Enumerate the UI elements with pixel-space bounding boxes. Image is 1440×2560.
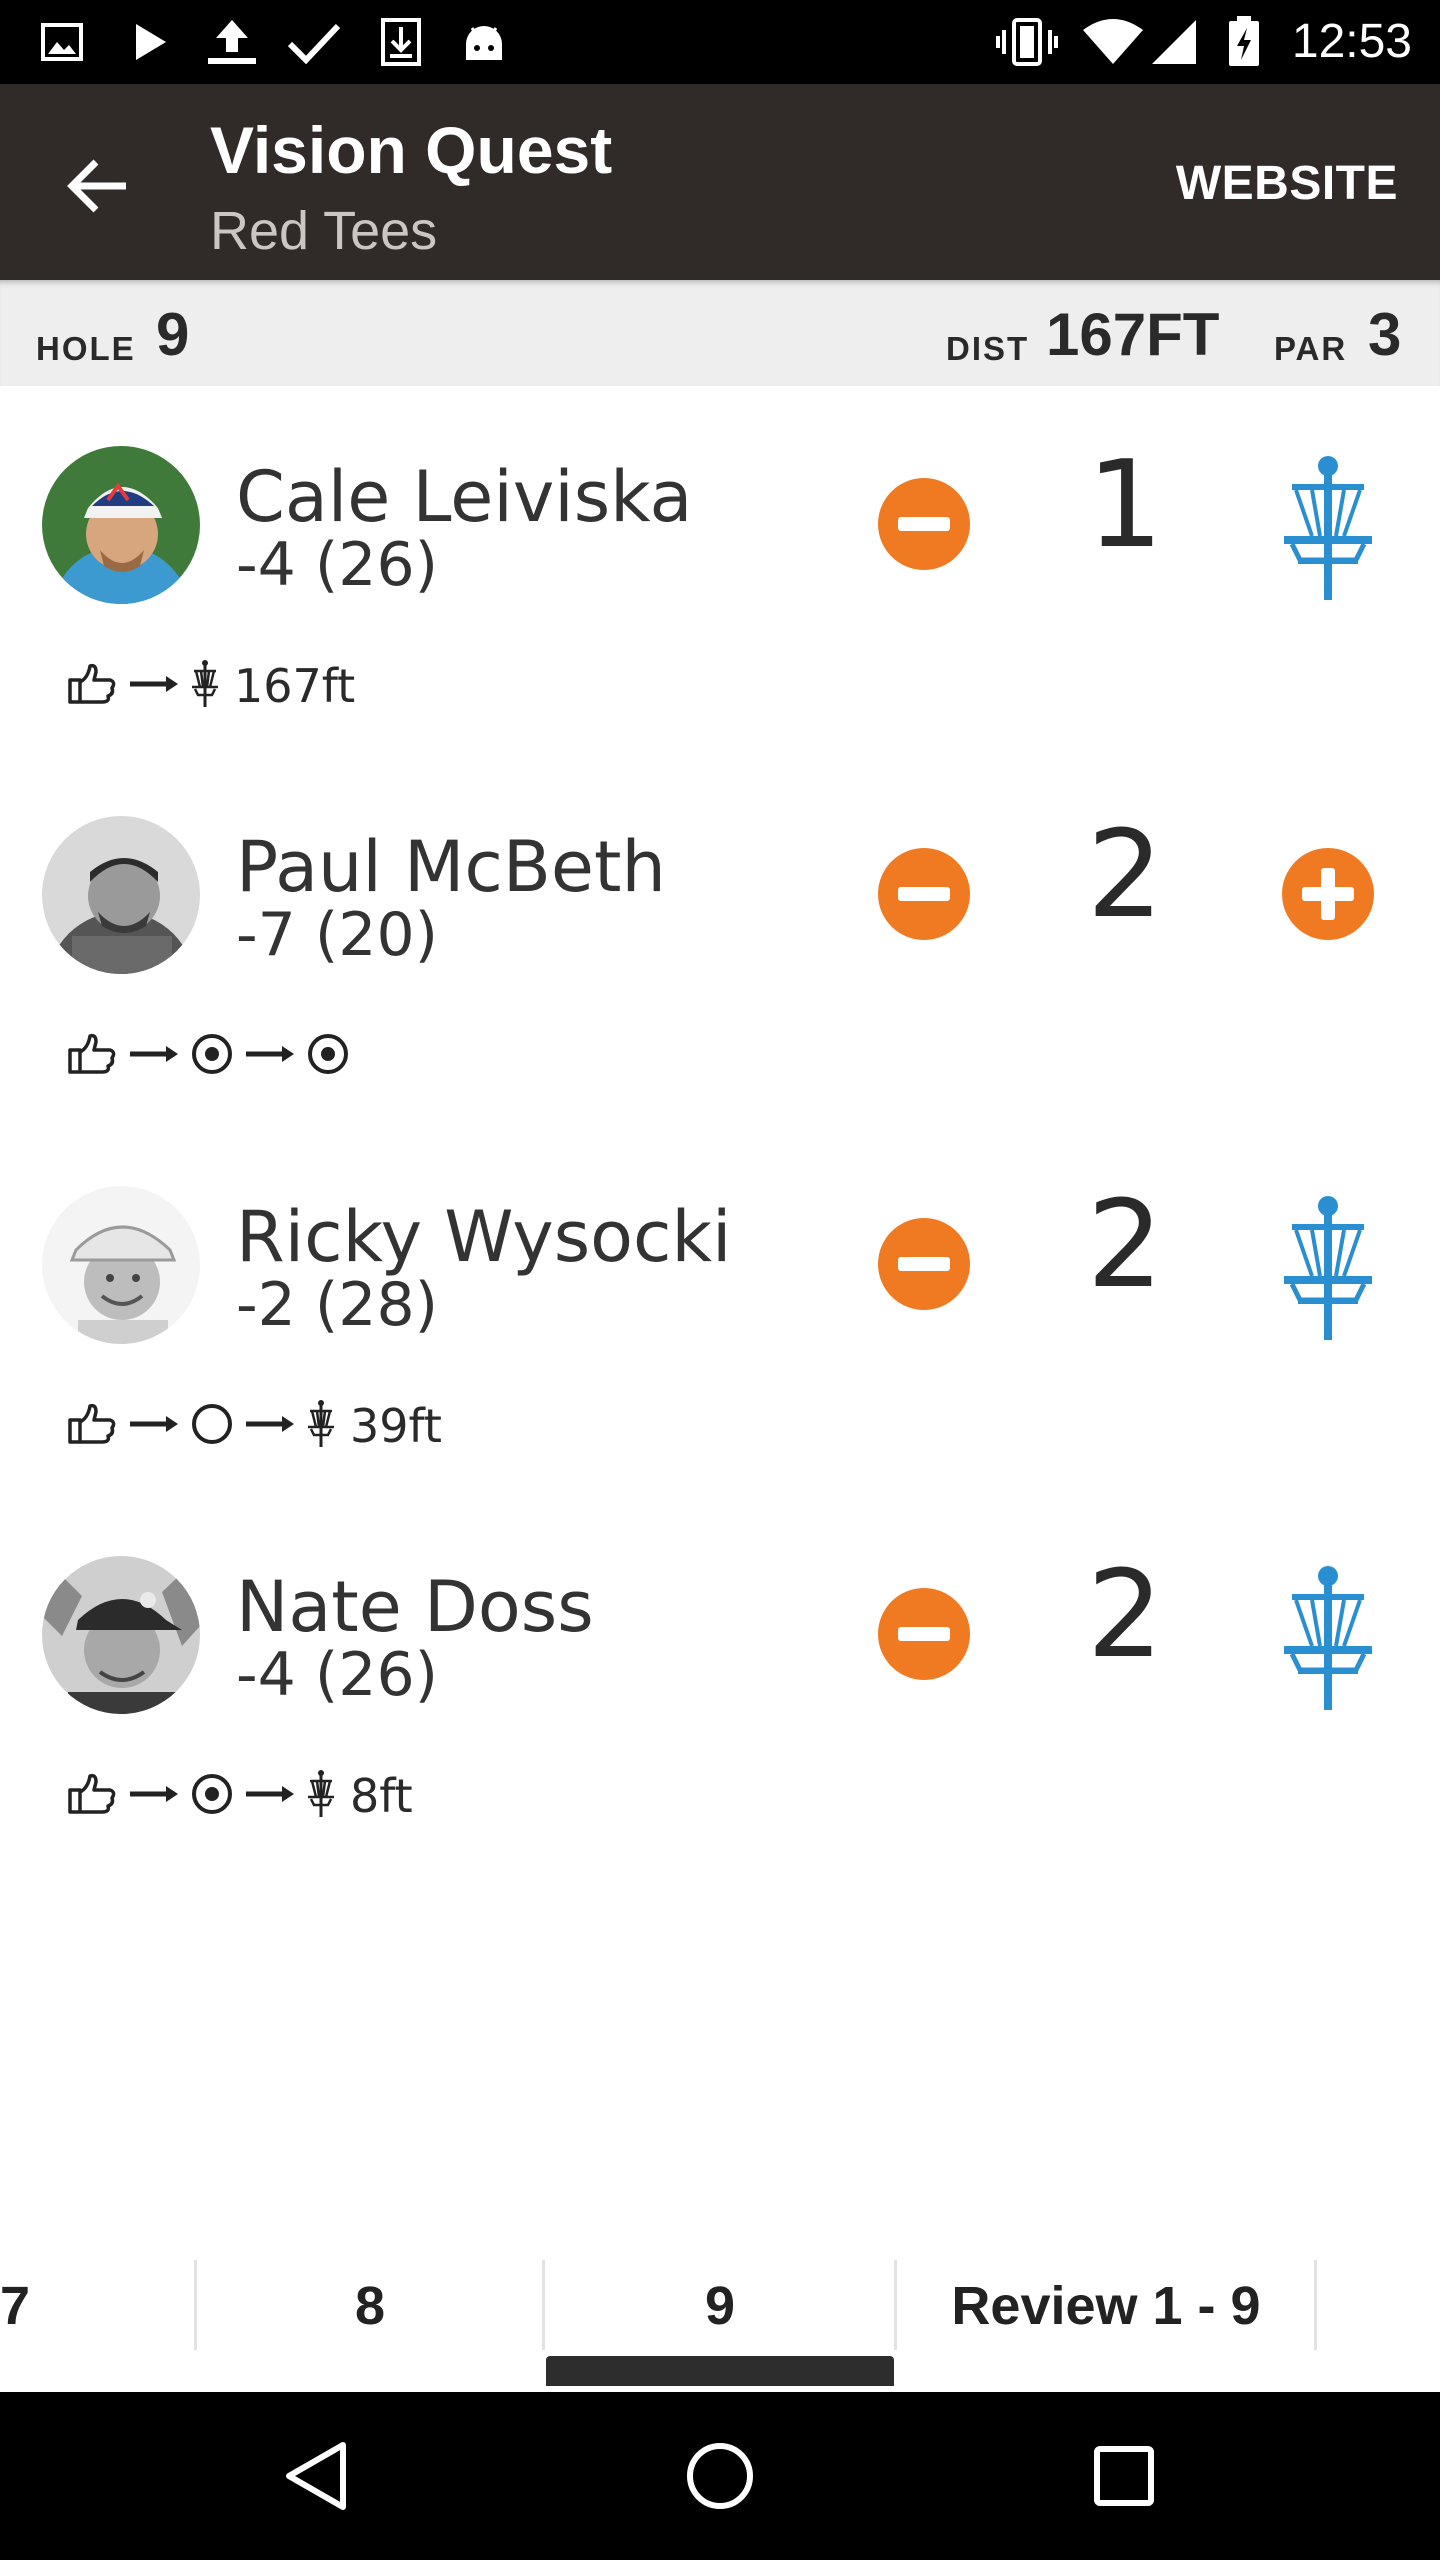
decrease-strokes-button[interactable] — [878, 1218, 970, 1310]
arrow-right-icon — [128, 1782, 180, 1811]
recents-square-icon[interactable] — [1074, 2426, 1174, 2526]
throw-sequence — [66, 1026, 350, 1086]
wifi-icon — [1078, 16, 1148, 68]
par-label: PAR — [1274, 330, 1348, 367]
vibrate-icon — [994, 16, 1060, 68]
dist-value: 167FT — [1046, 301, 1220, 368]
tee-throw-icon — [66, 1402, 118, 1451]
player-name: Paul McBeth — [236, 826, 666, 908]
player-row: Nate Doss -4 (26) 2 8ft — [0, 1496, 1440, 1866]
basket-small-icon — [306, 1399, 336, 1454]
target-icon — [306, 1032, 350, 1081]
throw-distance: 39ft — [350, 1399, 442, 1453]
arrow-right-icon — [128, 1042, 180, 1071]
stroke-count: 1 — [1086, 436, 1164, 575]
avatar — [42, 816, 200, 974]
system-nav-bar — [0, 2392, 1440, 2560]
arrow-right-icon — [244, 1412, 296, 1441]
avatar — [42, 1556, 200, 1714]
tab-hole-8[interactable]: 8 — [198, 2260, 542, 2352]
player-score: -7 (20) — [236, 900, 439, 970]
basket-icon[interactable] — [1278, 452, 1378, 602]
decrease-strokes-button[interactable] — [878, 848, 970, 940]
arrow-right-icon — [128, 672, 180, 701]
course-title: Vision Quest — [210, 113, 613, 187]
website-button[interactable]: WEBSITE — [1176, 156, 1398, 211]
basket-icon[interactable] — [1278, 1562, 1378, 1712]
basket-icon[interactable] — [1278, 1192, 1378, 1342]
arrow-right-icon — [128, 1412, 180, 1441]
arrow-right-icon — [244, 1042, 296, 1071]
player-score: -2 (28) — [236, 1270, 439, 1340]
decrease-strokes-button[interactable] — [878, 1588, 970, 1680]
hole-label: HOLE — [36, 330, 136, 367]
target-icon — [190, 1032, 234, 1081]
selected-tab-indicator — [546, 2356, 894, 2386]
tab-divider — [1314, 2260, 1317, 2350]
player-score: -4 (26) — [236, 1640, 439, 1710]
back-triangle-icon[interactable] — [266, 2426, 366, 2526]
basket-small-icon — [190, 659, 220, 714]
circle-icon — [190, 1402, 234, 1451]
status-time: 12:53 — [1291, 15, 1412, 68]
android-icon — [458, 16, 510, 68]
decrease-strokes-button[interactable] — [878, 478, 970, 570]
player-row: Paul McBeth -7 (20) 2 — [0, 756, 1440, 1126]
stroke-count: 2 — [1086, 806, 1164, 945]
tab-divider — [894, 2260, 897, 2350]
player-name: Nate Doss — [236, 1566, 594, 1648]
back-arrow-icon[interactable] — [56, 144, 140, 228]
hole-tabs: 7 8 9 Review 1 - 9 — [0, 2240, 1440, 2392]
check-icon — [284, 16, 344, 68]
avatar — [42, 1186, 200, 1344]
tab-hole-9[interactable]: 9 — [546, 2260, 894, 2352]
increase-strokes-button[interactable] — [1282, 848, 1374, 940]
player-name: Cale Leiviska — [236, 456, 693, 538]
hole-info-bar: HOLE 9 DIST 167FT PAR 3 — [0, 280, 1440, 386]
throw-sequence: 39ft — [66, 1396, 442, 1456]
throw-distance: 8ft — [350, 1769, 413, 1823]
tee-throw-icon — [66, 1772, 118, 1821]
target-icon — [190, 1772, 234, 1821]
battery-charging-icon — [1222, 16, 1266, 68]
image-icon — [36, 16, 88, 68]
stroke-count: 2 — [1086, 1176, 1164, 1315]
par-value: 3 — [1368, 301, 1402, 368]
arrow-right-icon — [244, 1782, 296, 1811]
throw-distance: 167ft — [234, 659, 356, 713]
home-circle-icon[interactable] — [670, 2426, 770, 2526]
app-bar: Vision Quest Red Tees WEBSITE — [0, 84, 1440, 280]
play-icon — [124, 16, 176, 68]
player-row: Ricky Wysocki -2 (28) 2 39ft — [0, 1126, 1440, 1496]
basket-small-icon — [306, 1769, 336, 1824]
status-bar: 12:53 — [0, 0, 1440, 84]
tee-throw-icon — [66, 662, 118, 711]
throw-sequence: 8ft — [66, 1766, 413, 1826]
tee-subtitle: Red Tees — [210, 201, 438, 261]
tab-divider — [542, 2260, 545, 2350]
player-row: Cale Leiviska -4 (26) 1 167ft — [0, 386, 1440, 756]
download-icon — [376, 16, 426, 68]
hole-number: 9 — [156, 301, 190, 368]
tee-throw-icon — [66, 1032, 118, 1081]
stroke-count: 2 — [1086, 1546, 1164, 1685]
player-score: -4 (26) — [236, 530, 439, 600]
tab-review[interactable]: Review 1 - 9 — [898, 2260, 1314, 2352]
upload-icon — [204, 16, 260, 68]
signal-icon — [1148, 16, 1200, 68]
dist-label: DIST — [946, 330, 1030, 367]
tab-divider — [194, 2260, 197, 2350]
player-name: Ricky Wysocki — [236, 1196, 732, 1278]
avatar — [42, 446, 200, 604]
tab-hole-7[interactable]: 7 — [0, 2260, 40, 2352]
throw-sequence: 167ft — [66, 656, 355, 716]
